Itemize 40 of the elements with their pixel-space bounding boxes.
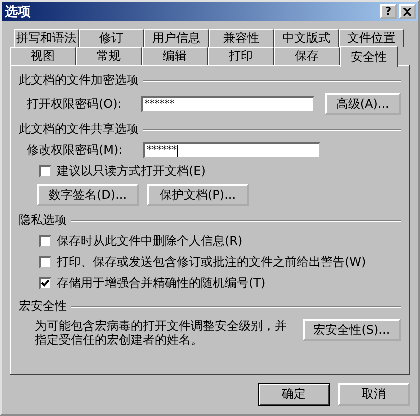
tab[interactable]: 视图 bbox=[10, 47, 76, 65]
close-button[interactable] bbox=[399, 4, 416, 19]
tab[interactable]: 打印 bbox=[208, 47, 274, 65]
check-icon bbox=[41, 279, 50, 288]
window-title: 选项 bbox=[5, 4, 31, 20]
tab[interactable]: 兼容性 bbox=[209, 29, 274, 47]
section-title: 此文档的文件共享选项 bbox=[19, 121, 139, 138]
close-icon bbox=[403, 8, 412, 16]
tab[interactable]: 安全性 bbox=[340, 46, 398, 67]
macro-security-button[interactable]: 宏安全性(S)... bbox=[302, 319, 401, 341]
checkbox-label[interactable]: 建议以只读方式打开文档(E) bbox=[57, 163, 206, 180]
dialog-button[interactable]: 取消 bbox=[338, 383, 410, 406]
tab[interactable]: 编辑 bbox=[142, 47, 208, 65]
help-button[interactable]: ? bbox=[380, 4, 397, 19]
advanced-button[interactable]: 高级(A)... bbox=[324, 93, 401, 115]
dialog-button[interactable]: 数字签名(D)... bbox=[37, 184, 139, 206]
section-title: 隐私选项 bbox=[19, 212, 67, 229]
dialog-button[interactable]: 确定 bbox=[258, 383, 330, 406]
password-field[interactable]: ****** bbox=[140, 96, 315, 112]
tab[interactable]: 文件位置 bbox=[339, 29, 404, 47]
checkbox[interactable] bbox=[39, 277, 52, 290]
field-label: 打开权限密码(O): bbox=[27, 96, 123, 112]
checkbox[interactable] bbox=[39, 256, 52, 269]
tab[interactable]: 修订 bbox=[79, 29, 144, 47]
checkbox-label[interactable]: 存储用于增强合并精确性的随机编号(T) bbox=[57, 275, 266, 292]
section-title: 此文档的文件加密选项 bbox=[19, 72, 139, 89]
checkbox[interactable] bbox=[39, 235, 52, 248]
section-title: 宏安全性 bbox=[19, 298, 67, 315]
checkbox-label[interactable]: 打印、保存或发送包含修订或批注的文件之前给出警告(W) bbox=[57, 254, 366, 271]
tab[interactable]: 用户信息 bbox=[144, 29, 209, 47]
checkbox[interactable] bbox=[39, 165, 52, 178]
dialog-button[interactable]: 保护文档(P)... bbox=[147, 184, 249, 206]
field-label: 修改权限密码(M): bbox=[27, 142, 124, 159]
tab[interactable]: 中文版式 bbox=[274, 29, 339, 47]
tab[interactable]: 拼写和语法 bbox=[14, 29, 79, 47]
description-text: 为可能包含宏病毒的打开文件调整安全级别，并指定受信任的宏创建者的姓名。 bbox=[35, 319, 288, 347]
password-field[interactable]: ****** bbox=[143, 142, 321, 159]
tab[interactable]: 保存 bbox=[274, 47, 340, 65]
checkbox-label[interactable]: 保存时从此文件中删除个人信息(R) bbox=[57, 233, 243, 250]
tab[interactable]: 常规 bbox=[76, 47, 142, 65]
